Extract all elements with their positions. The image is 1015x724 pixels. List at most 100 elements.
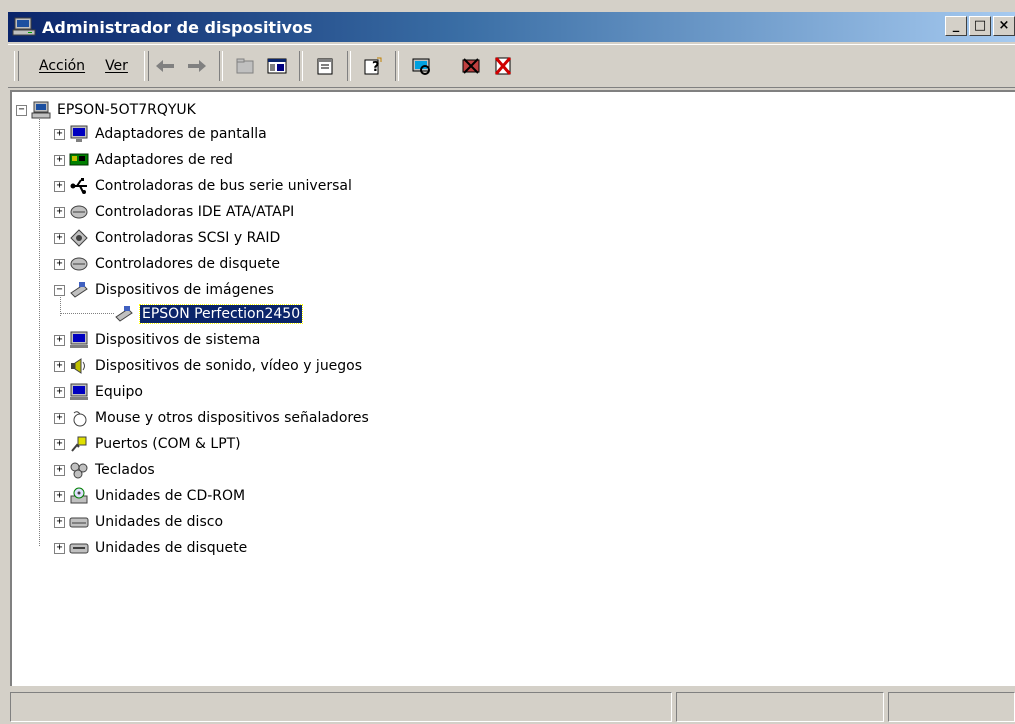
scan-hardware-icon[interactable] — [408, 53, 434, 79]
expand-toggle[interactable]: + — [54, 334, 65, 346]
tree-category-label: Dispositivos de imágenes — [95, 282, 274, 298]
device-tree-pane[interactable]: − EPSON-5OT7RQYUK + Adaptadores de panta… — [10, 90, 1015, 686]
disk-drive-icon — [69, 512, 89, 532]
status-panel-main — [10, 692, 672, 722]
toolbar-separator — [443, 51, 449, 81]
collapse-toggle[interactable]: − — [54, 284, 65, 296]
tree-category-label: Adaptadores de red — [95, 152, 233, 168]
tree-category[interactable]: + Equipo — [54, 380, 143, 404]
tree-category-label: Controladoras de bus serie universal — [95, 178, 352, 194]
tree-category[interactable]: + Controladores de disquete — [54, 252, 280, 276]
tree-category-label: Teclados — [95, 462, 155, 478]
monitor-icon — [69, 124, 89, 144]
expand-toggle[interactable]: + — [54, 128, 65, 140]
keyboard-icon — [69, 460, 89, 480]
expand-toggle[interactable]: + — [54, 154, 65, 166]
tree-category[interactable]: + Adaptadores de red — [54, 148, 233, 172]
menu-grip[interactable] — [14, 51, 19, 81]
scsi-icon — [69, 228, 89, 248]
toolbar-separator — [346, 51, 351, 81]
expand-toggle[interactable]: + — [54, 386, 65, 398]
tree-category-label: Adaptadores de pantalla — [95, 126, 267, 142]
expand-toggle[interactable]: + — [54, 232, 65, 244]
computer-icon — [31, 100, 51, 120]
toolbar-separator — [394, 51, 399, 81]
speaker-icon — [69, 356, 89, 376]
tree-category[interactable]: + Unidades de CD-ROM — [54, 484, 245, 508]
expand-toggle[interactable]: + — [54, 258, 65, 270]
device-manager-window: Administrador de dispositivos _ □ × Acci… — [0, 0, 1015, 724]
tree-category-label: Mouse y otros dispositivos señaladores — [95, 410, 369, 426]
scanner-icon — [69, 280, 89, 300]
svg-text:?: ? — [372, 60, 380, 75]
status-panel-3 — [888, 692, 1015, 722]
tree-device-label-selected: EPSON Perfection2450 — [138, 304, 304, 324]
tree-device[interactable]: EPSON Perfection2450 — [114, 302, 304, 326]
computer-icon — [69, 382, 89, 402]
tree-category[interactable]: + Controladoras SCSI y RAID — [54, 226, 280, 250]
properties-icon[interactable] — [312, 53, 338, 79]
status-panel-2 — [676, 692, 884, 722]
collapse-toggle[interactable]: − — [16, 104, 27, 116]
expand-toggle[interactable]: + — [54, 490, 65, 502]
tree-category-label: Dispositivos de sonido, vídeo y juegos — [95, 358, 363, 374]
mouse-icon — [69, 408, 89, 428]
tree-category-label: Puertos (COM & LPT) — [95, 436, 241, 452]
expand-toggle[interactable]: + — [54, 464, 65, 476]
toolbar-separator — [218, 51, 223, 81]
tree-connector — [60, 313, 114, 314]
toolbar-separator — [298, 51, 303, 81]
expand-toggle[interactable]: + — [54, 412, 65, 424]
toolbar-grip[interactable] — [143, 51, 149, 81]
tree-category-label: Unidades de disco — [95, 514, 224, 530]
tree-category[interactable]: + Unidades de disquete — [54, 536, 247, 560]
tree-category[interactable]: − Dispositivos de imágenes — [54, 278, 274, 302]
expand-toggle[interactable]: + — [54, 206, 65, 218]
up-folder-icon[interactable] — [232, 53, 258, 79]
tree-category[interactable]: + Dispositivos de sonido, vídeo y juegos — [54, 354, 362, 378]
window-title: Administrador de dispositivos — [42, 17, 313, 37]
tree-category-label: Controladoras SCSI y RAID — [95, 230, 281, 246]
tree-category-label: Controladores de disquete — [95, 256, 280, 272]
expand-toggle[interactable]: + — [54, 516, 65, 528]
cdrom-icon — [69, 486, 89, 506]
expand-toggle[interactable]: + — [54, 360, 65, 372]
computer-icon — [12, 16, 38, 38]
disable-icon[interactable] — [490, 53, 516, 79]
port-icon — [69, 434, 89, 454]
status-bar — [8, 690, 1015, 724]
tree-category[interactable]: + Controladoras de bus serie universal — [54, 174, 352, 198]
tree-category[interactable]: + Adaptadores de pantalla — [54, 122, 267, 146]
network-card-icon — [69, 150, 89, 170]
expand-toggle[interactable]: + — [54, 542, 65, 554]
menu-accion[interactable]: Acción — [29, 58, 95, 74]
tree-category[interactable]: + Controladoras IDE ATA/ATAPI — [54, 200, 294, 224]
show-hide-tree-icon[interactable] — [264, 53, 290, 79]
forward-arrow-icon[interactable] — [184, 53, 210, 79]
expand-toggle[interactable]: + — [54, 180, 65, 192]
back-arrow-icon[interactable] — [152, 53, 178, 79]
menu-toolbar: Acción Ver ? — [8, 44, 1015, 88]
tree-category[interactable]: + Puertos (COM & LPT) — [54, 432, 241, 456]
tree-category-label: Equipo — [95, 384, 143, 400]
tree-category[interactable]: + Dispositivos de sistema — [54, 328, 260, 352]
tree-category-label: Controladoras IDE ATA/ATAPI — [95, 204, 295, 220]
expand-toggle[interactable]: + — [54, 438, 65, 450]
tree-category[interactable]: + Teclados — [54, 458, 155, 482]
minimize-button[interactable]: _ — [945, 16, 967, 36]
usb-icon — [69, 176, 89, 196]
tree-root[interactable]: − EPSON-5OT7RQYUK — [16, 98, 196, 122]
close-button[interactable]: × — [993, 16, 1015, 36]
maximize-button[interactable]: □ — [969, 16, 991, 36]
tree-connector — [39, 116, 40, 546]
title-bar[interactable]: Administrador de dispositivos _ □ × — [8, 12, 1015, 42]
help-icon[interactable]: ? — [360, 53, 386, 79]
uninstall-icon[interactable] — [458, 53, 484, 79]
tree-category[interactable]: + Unidades de disco — [54, 510, 223, 534]
floppy-drive-icon — [69, 538, 89, 558]
menu-ver[interactable]: Ver — [95, 58, 138, 74]
tree-category-label: Unidades de CD-ROM — [95, 488, 246, 504]
tree-category-label: Dispositivos de sistema — [95, 332, 261, 348]
tree-category[interactable]: + Mouse y otros dispositivos señaladores — [54, 406, 369, 430]
system-device-icon — [69, 330, 89, 350]
